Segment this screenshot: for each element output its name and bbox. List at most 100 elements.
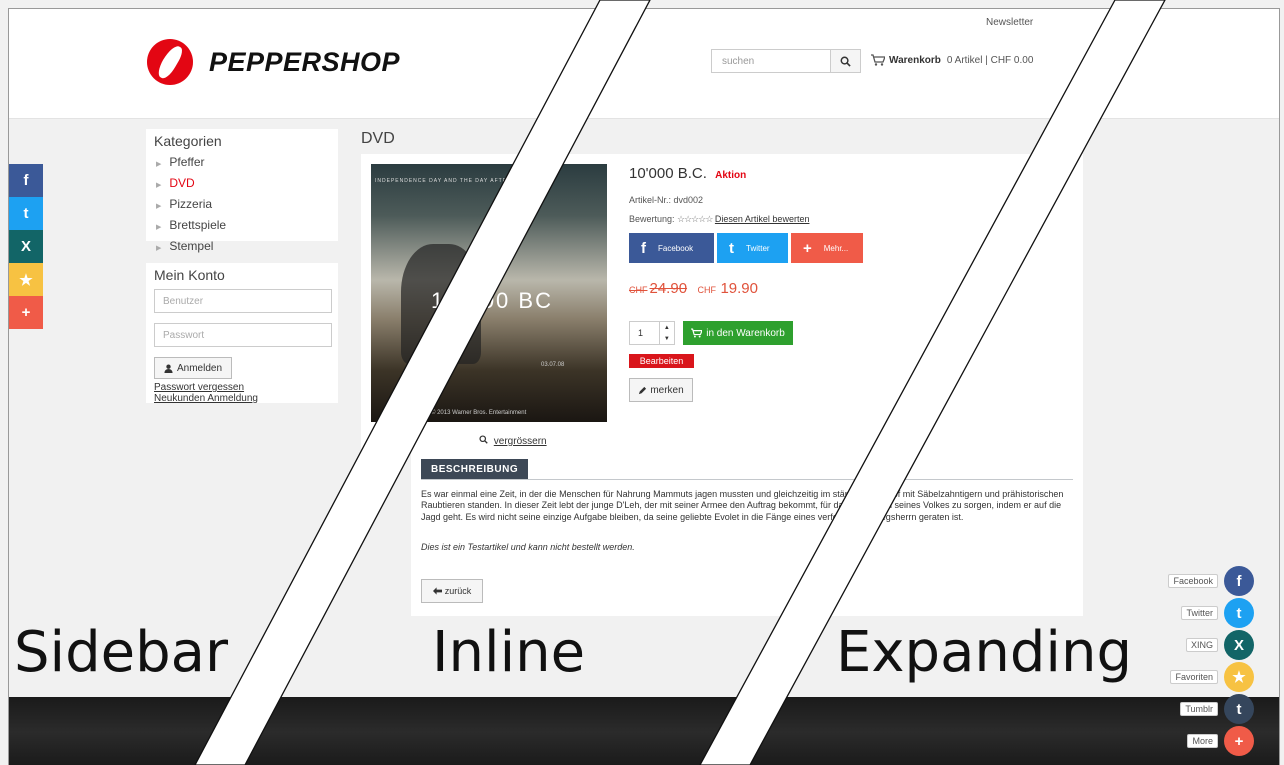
xing-icon[interactable]: X	[9, 230, 43, 263]
new-price: 19.90	[720, 280, 758, 297]
quantity-stepper[interactable]: 1 ▲ ▼	[629, 321, 675, 345]
search-input[interactable]: suchen	[711, 49, 831, 73]
search-button[interactable]	[831, 49, 861, 73]
categories-list: ▶ Pfeffer ▶ DVD ▶ Pizzeria ▶ Brettspiele ▶ Stempe…	[154, 153, 330, 258]
plus-icon[interactable]: +	[9, 296, 43, 329]
magnifier-icon	[479, 435, 488, 444]
expanding-share-more[interactable]: More +	[1187, 726, 1254, 756]
category-label: Pizzeria	[169, 197, 213, 211]
more-icon[interactable]: +	[1224, 726, 1254, 756]
quantity-value: 1	[638, 328, 644, 338]
pencil-icon	[639, 386, 647, 394]
login-button[interactable]: Anmelden	[154, 357, 232, 379]
expanding-share-twitter[interactable]: Twitter t	[1181, 598, 1254, 628]
category-item-pizzeria[interactable]: ▶ Pizzeria	[154, 195, 330, 216]
back-button[interactable]: zurück	[421, 579, 483, 603]
share-mehr-button[interactable]: + Mehr...	[791, 233, 863, 263]
old-price: 24.90	[649, 280, 688, 297]
inline-share-row: f Facebook t Twitter + Mehr...	[629, 233, 866, 263]
facebook-icon[interactable]: f	[1224, 566, 1254, 596]
expanding-share-facebook[interactable]: Facebook f	[1168, 566, 1254, 596]
label-inline: Inline	[432, 620, 586, 685]
expanding-share-favoriten[interactable]: Favoriten ★	[1170, 662, 1254, 692]
cart-icon	[691, 328, 703, 338]
share-label: Mehr...	[823, 243, 849, 253]
product-image[interactable]: INDEPENDENCE DAY AND THE DAY AFTER TOMOR…	[371, 164, 607, 422]
twitter-icon[interactable]: t	[9, 197, 43, 230]
sale-badge: Aktion	[715, 170, 747, 181]
spin-down-icon[interactable]: ▼	[664, 336, 670, 342]
zoom-link[interactable]: vergrössern	[479, 435, 547, 447]
share-twitter-button[interactable]: t Twitter	[717, 233, 788, 263]
product-title: 10'000 B.C. Aktion	[629, 165, 746, 182]
quantity-spinner[interactable]: ▲ ▼	[658, 322, 674, 344]
tumblr-icon[interactable]: t	[1224, 694, 1254, 724]
forgot-password-link[interactable]: Passwort vergessen	[154, 382, 330, 393]
cart-summary[interactable]: Warenkorb 0 Artikel | CHF 0.00	[871, 54, 1033, 66]
chevron-right-icon: ▶	[156, 161, 162, 168]
pepper-logo-icon	[147, 39, 193, 85]
share-facebook-button[interactable]: f Facebook	[629, 233, 714, 263]
category-item-stempel[interactable]: ▶ Stempel	[154, 237, 330, 258]
zoom-label: vergrössern	[493, 436, 547, 447]
poster-date: 03.07.08	[541, 362, 565, 368]
site-footer	[9, 697, 1279, 765]
xing-icon[interactable]: X	[1224, 630, 1254, 660]
share-label: Facebook	[1168, 574, 1218, 588]
search-box: suchen	[711, 49, 861, 73]
label-expanding: Expanding	[836, 620, 1133, 685]
tab-description[interactable]: BESCHREIBUNG	[421, 459, 529, 479]
expanding-share-tumblr[interactable]: Tumblr t	[1180, 694, 1254, 724]
star-icon[interactable]: ★	[9, 263, 43, 296]
rate-article-link[interactable]: Diesen Artikel bewerten	[715, 214, 810, 224]
password-input[interactable]: Passwort	[154, 323, 332, 347]
account-title: Mein Konto	[154, 267, 225, 283]
chevron-right-icon: ▶	[156, 224, 162, 231]
category-item-brettspiele[interactable]: ▶ Brettspiele	[154, 216, 330, 237]
price: CHF 24.90 CHF 19.90	[629, 280, 758, 298]
twitter-icon[interactable]: t	[1224, 598, 1254, 628]
logo[interactable]: PEPPERSHOP	[147, 39, 400, 85]
search-icon	[840, 56, 851, 67]
label-sidebar: Sidebar	[14, 620, 228, 685]
share-label: Twitter	[746, 243, 770, 253]
category-label: DVD	[169, 176, 195, 190]
product-box: INDEPENDENCE DAY AND THE DAY AFTER TOMOR…	[361, 154, 1083, 449]
rating-label: Bewertung:	[629, 214, 675, 224]
add-to-cart-button[interactable]: in den Warenkorb	[683, 321, 793, 345]
page-title: DVD	[361, 130, 395, 147]
favoriten-icon[interactable]: ★	[1224, 662, 1254, 692]
category-label: Pfeffer	[169, 155, 205, 169]
rating: Bewertung: ☆☆☆☆☆ Diesen Artikel bewerten	[629, 214, 809, 225]
spin-up-icon[interactable]: ▲	[664, 325, 670, 331]
category-label: Stempel	[169, 239, 214, 253]
search-placeholder: suchen	[722, 55, 755, 67]
remember-button[interactable]: merken	[629, 378, 693, 402]
mehr-icon: +	[803, 239, 812, 257]
expanding-share-xing[interactable]: XING X	[1185, 630, 1254, 660]
facebook-icon: f	[641, 239, 646, 257]
register-link[interactable]: Neukunden Anmeldung	[154, 393, 330, 404]
share-label: Tumblr	[1180, 702, 1218, 716]
facebook-icon[interactable]: f	[9, 164, 43, 197]
edit-button[interactable]: Bearbeiten	[629, 354, 694, 368]
category-item-dvd[interactable]: ▶ DVD	[154, 174, 330, 195]
share-label: XING	[1185, 638, 1218, 652]
password-placeholder: Passwort	[163, 329, 205, 341]
category-label: Brettspiele	[169, 218, 227, 232]
newsletter-link[interactable]: Newsletter	[986, 17, 1033, 28]
share-label: Facebook	[658, 243, 694, 253]
test-article-note: Dies ist ein Testartikel und kann nicht …	[421, 542, 635, 552]
username-input[interactable]: Benutzer	[154, 289, 332, 313]
old-price-currency: CHF	[629, 285, 648, 295]
tab-divider	[421, 479, 1073, 480]
chevron-right-icon: ▶	[156, 203, 162, 210]
arrow-left-icon	[432, 587, 442, 595]
poster-tagline: INDEPENDENCE DAY AND THE DAY AFTER TOMOR…	[375, 178, 553, 184]
account-box: Mein Konto Benutzer Passwort Anmelden Pa…	[146, 263, 338, 404]
category-item-pfeffer[interactable]: ▶ Pfeffer	[154, 153, 330, 174]
description-text: Es war einmal eine Zeit, in der die Mens…	[421, 489, 1064, 522]
cart-label: Warenkorb	[889, 54, 941, 66]
product-name: 10'000 B.C.	[629, 165, 707, 182]
chevron-right-icon: ▶	[156, 245, 162, 252]
